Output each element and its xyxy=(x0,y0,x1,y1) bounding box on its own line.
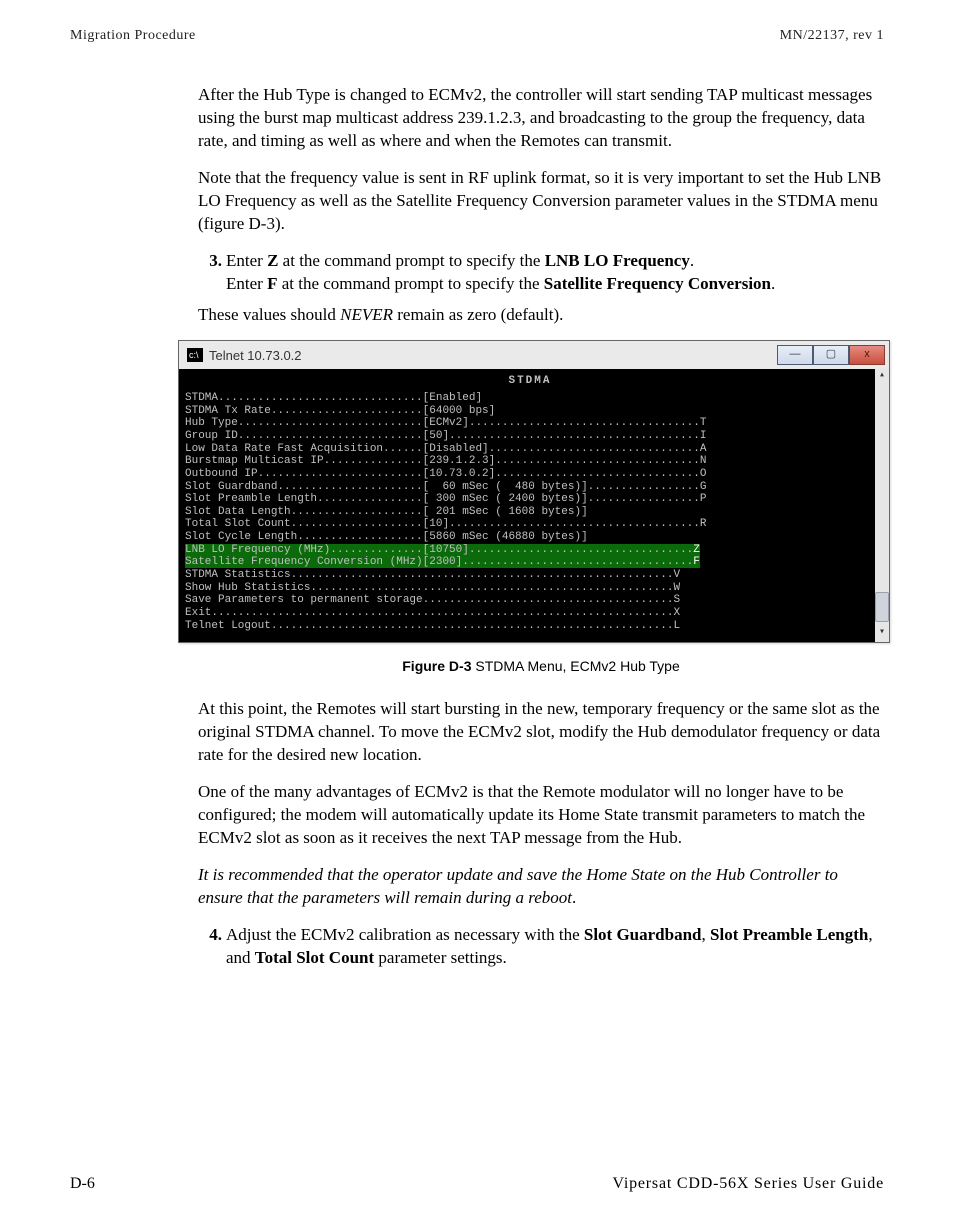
running-head-left: Migration Procedure xyxy=(70,28,196,44)
running-head-right: MN/22137, rev 1 xyxy=(780,28,884,44)
step-3-key-f: F xyxy=(267,274,277,293)
paragraph-4: One of the many advantages of ECMv2 is t… xyxy=(198,781,884,850)
lbl-slot-preamble-length: Slot Preamble Length xyxy=(710,925,868,944)
lbl-slot-guardband: Slot Guardband xyxy=(584,925,702,944)
telnet-window: c:\ Telnet 10.73.0.2 — ▢ x ▴ ▾ STDMA STD… xyxy=(178,340,890,643)
page-number: D-6 xyxy=(70,1175,95,1193)
lbl-sat-freq-conv: Satellite Frequency Conversion xyxy=(544,274,771,293)
step-4: 4. Adjust the ECMv2 calibration as neces… xyxy=(198,924,884,970)
term-line: Slot Guardband......................[ 60… xyxy=(185,481,875,494)
term-line-highlight: Satellite Frequency Conversion (MHz)[230… xyxy=(185,556,875,569)
term-line: STDMA...............................[Ena… xyxy=(185,392,875,405)
term-line: Exit....................................… xyxy=(185,607,875,620)
term-line: Telnet Logout...........................… xyxy=(185,620,875,633)
scrollbar[interactable]: ▴ ▾ xyxy=(875,369,889,642)
telnet-titlebar: c:\ Telnet 10.73.0.2 — ▢ x xyxy=(179,341,889,369)
term-line: Group ID............................[50]… xyxy=(185,430,875,443)
maximize-button[interactable]: ▢ xyxy=(813,345,849,365)
paragraph-3: At this point, the Remotes will start bu… xyxy=(198,698,884,767)
step-3-number: 3. xyxy=(198,250,222,296)
term-line: Hub Type............................[ECM… xyxy=(185,417,875,430)
terminal-body[interactable]: ▴ ▾ STDMA STDMA.........................… xyxy=(179,369,889,642)
term-line: Slot Cycle Length...................[586… xyxy=(185,531,875,544)
step-3-key-z: Z xyxy=(267,251,278,270)
term-line: Slot Data Length....................[ 20… xyxy=(185,506,875,519)
cmd-icon: c:\ xyxy=(187,348,203,362)
term-line: Outbound IP.........................[10.… xyxy=(185,468,875,481)
term-line: STDMA Statistics........................… xyxy=(185,569,875,582)
terminal-heading: STDMA xyxy=(185,375,875,388)
paragraph-2: Note that the frequency value is sent in… xyxy=(198,167,884,236)
close-button[interactable]: x xyxy=(849,345,885,365)
paragraph-1: After the Hub Type is changed to ECMv2, … xyxy=(198,84,884,153)
term-line: STDMA Tx Rate.......................[640… xyxy=(185,405,875,418)
telnet-title: Telnet 10.73.0.2 xyxy=(209,347,302,365)
term-line: Total Slot Count....................[10]… xyxy=(185,518,875,531)
step-4-number: 4. xyxy=(198,924,222,970)
term-line: Burstmap Multicast IP...............[239… xyxy=(185,455,875,468)
scroll-thumb[interactable] xyxy=(875,592,889,622)
term-line: Show Hub Statistics.....................… xyxy=(185,582,875,595)
minimize-button[interactable]: — xyxy=(777,345,813,365)
step-3: 3. Enter Z at the command prompt to spec… xyxy=(198,250,884,296)
paragraph-5-recommendation: It is recommended that the operator upda… xyxy=(198,864,884,910)
term-line: Low Data Rate Fast Acquisition......[Dis… xyxy=(185,443,875,456)
scroll-down-icon[interactable]: ▾ xyxy=(876,628,888,640)
term-line-highlight: LNB LO Frequency (MHz)..............[107… xyxy=(185,544,875,557)
scroll-up-icon[interactable]: ▴ xyxy=(876,371,888,383)
figure-caption: Figure D-3 STDMA Menu, ECMv2 Hub Type xyxy=(198,657,884,676)
lbl-lnb-lo-frequency: LNB LO Frequency xyxy=(545,251,690,270)
lbl-total-slot-count: Total Slot Count xyxy=(255,948,374,967)
term-line: Slot Preamble Length................[ 30… xyxy=(185,493,875,506)
term-line: Save Parameters to permanent storage....… xyxy=(185,594,875,607)
step-3-text: Enter xyxy=(226,251,267,270)
step-3-followup: These values should NEVER remain as zero… xyxy=(198,304,884,327)
footer-title: Vipersat CDD-56X Series User Guide xyxy=(612,1175,884,1193)
